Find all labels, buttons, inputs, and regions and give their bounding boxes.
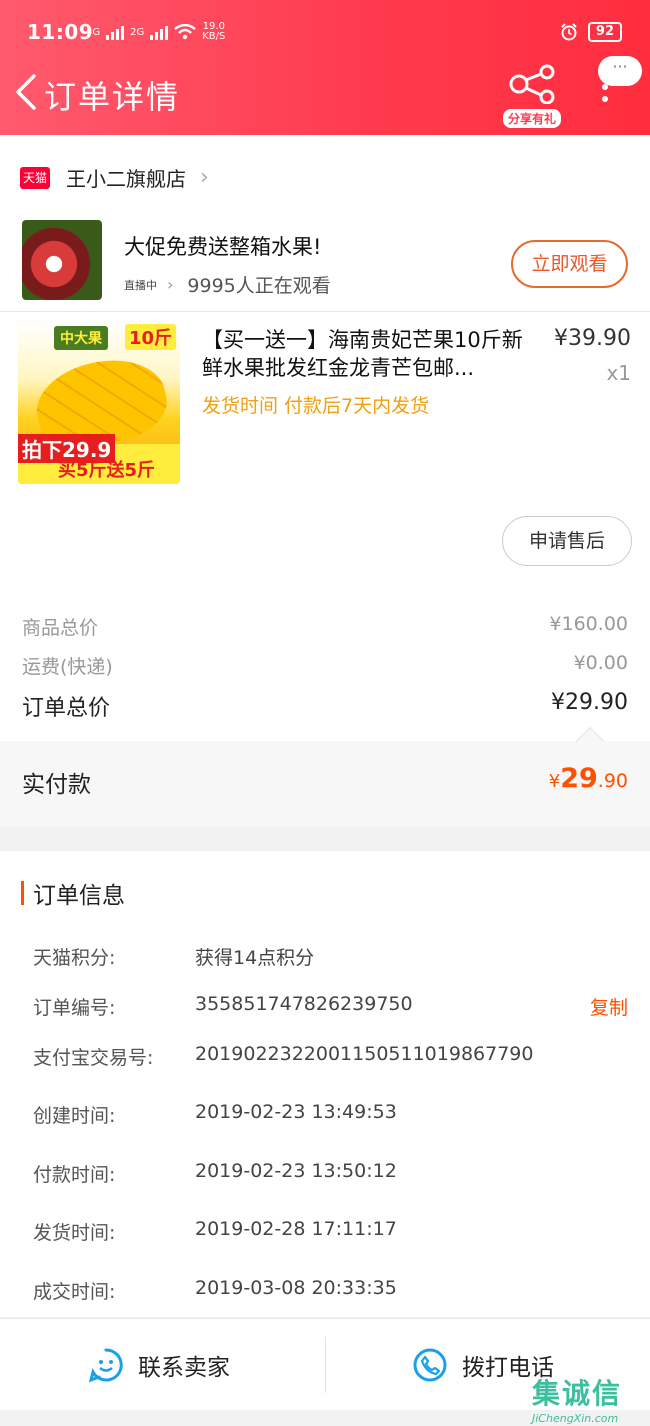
order-total-value: ¥29.90: [551, 690, 628, 715]
paid-integer: 29: [560, 763, 598, 794]
contact-seller-button[interactable]: 联系卖家: [88, 1319, 230, 1411]
product-title[interactable]: 【买一送一】海南贵妃芒果10斤新鲜水果批发红金龙青芒包邮...: [202, 326, 524, 382]
paid-currency: ¥: [548, 771, 561, 792]
info-row-created: 创建时间: 2019-02-23 13:49:53: [33, 1101, 628, 1128]
bottom-bar-divider: [325, 1337, 326, 1393]
order-total-label: 订单总价: [22, 696, 111, 721]
status-right: 92: [560, 22, 622, 42]
info-value: 2019-02-23 13:50:12: [195, 1160, 397, 1182]
info-label: 成交时间:: [33, 1281, 116, 1303]
info-label: 创建时间:: [33, 1105, 116, 1127]
watermark-sub: JiChengXin.com: [532, 1412, 619, 1425]
order-card: 天猫 王小二旗舰店 › 大促免费送整箱水果! 直播中 › 9995人正在观看 立…: [0, 135, 650, 827]
paid-amount: ¥29.90: [549, 763, 628, 794]
battery-indicator: 92: [587, 22, 622, 42]
info-value: 2019-02-23 13:49:53: [195, 1101, 397, 1123]
info-value: 2019022322001150511019867790: [195, 1043, 534, 1065]
info-row-completed: 成交时间: 2019-03-08 20:33:35: [33, 1277, 628, 1304]
divider: [0, 311, 650, 312]
info-label: 天猫积分:: [33, 947, 116, 969]
goods-total-value: ¥160.00: [549, 613, 628, 635]
shipping-row: 运费(快递) ¥0.00: [22, 652, 628, 679]
paid-box: 实付款 ¥29.90: [0, 726, 650, 827]
paid-decimal: .90: [597, 770, 628, 792]
info-value[interactable]: 355851747826239750: [195, 993, 590, 1020]
network-2g-label: 2G: [130, 26, 145, 38]
chevron-right-icon: ›: [167, 275, 174, 294]
tmall-badge: 天猫: [20, 166, 50, 189]
status-icons: 4G 2G 19.0 KB/S: [86, 22, 225, 42]
more-menu-icon[interactable]: [602, 84, 610, 108]
phone-icon: [413, 1348, 447, 1382]
info-label: 支付宝交易号:: [33, 1047, 154, 1069]
order-total-row: 订单总价 ¥29.90: [22, 690, 628, 722]
info-row-alipay: 支付宝交易号: 2019022322001150511019867790: [33, 1043, 628, 1070]
alarm-icon: [561, 23, 577, 41]
after-sale-button[interactable]: 申请售后: [502, 516, 632, 566]
info-label: 订单编号:: [33, 997, 116, 1019]
signal-icon-2: [150, 24, 169, 40]
live-thumbnail[interactable]: [22, 220, 102, 300]
watch-live-button[interactable]: 立即观看: [511, 240, 628, 288]
signal-icon: [106, 24, 125, 40]
net-speed-unit: KB/S: [202, 31, 226, 42]
paid-notch: [575, 726, 605, 756]
net-speed: 19.0 KB/S: [202, 22, 225, 42]
share-button[interactable]: 分享有礼: [500, 64, 564, 128]
live-sub: 直播中 › 9995人正在观看: [124, 271, 331, 298]
chevron-right-icon: ›: [200, 165, 209, 190]
goods-total-label: 商品总价: [22, 617, 99, 639]
info-row-points: 天猫积分: 获得14点积分: [33, 943, 628, 970]
product-image[interactable]: 中大果 10斤 拍下29.9 买5斤送5斤: [18, 322, 180, 484]
back-arrow-icon[interactable]: [12, 72, 40, 112]
watermark-text: 集诚信: [532, 1377, 623, 1410]
store-link[interactable]: 天猫 王小二旗舰店 ›: [20, 163, 209, 192]
paid-label: 实付款: [22, 772, 91, 798]
ship-time: 发货时间 付款后7天内发货: [202, 395, 430, 417]
copy-button[interactable]: 复制: [590, 993, 628, 1020]
heading-accent-bar: [21, 881, 24, 905]
info-row-order-number: 订单编号: 355851747826239750 复制: [33, 993, 628, 1020]
product-image-badge: 中大果: [54, 326, 108, 350]
wifi-icon: [174, 24, 196, 40]
product-price: ¥39.90: [554, 326, 631, 351]
info-label: 付款时间:: [33, 1164, 116, 1186]
product-quantity: x1: [606, 361, 631, 385]
product-image-promo: 买5斤送5斤: [58, 460, 156, 481]
live-title: 大促免费送整箱水果!: [124, 235, 322, 259]
info-label: 发货时间:: [33, 1222, 116, 1244]
live-tag: 直播中: [124, 278, 157, 292]
share-icon: [509, 64, 555, 105]
info-row-paid: 付款时间: 2019-02-23 13:50:12: [33, 1160, 628, 1187]
contact-seller-label: 联系卖家: [138, 1355, 230, 1381]
share-label: 分享有礼: [502, 109, 561, 128]
chat-bubble-icon[interactable]: ···: [598, 56, 642, 86]
order-info-section: 订单信息 天猫积分: 获得14点积分 订单编号: 355851747826239…: [0, 851, 650, 1317]
order-info-title: 订单信息: [33, 883, 125, 909]
order-info-heading: 订单信息: [21, 876, 125, 910]
store-name: 王小二旗舰店: [66, 167, 186, 191]
shipping-value: ¥0.00: [573, 652, 628, 674]
watermark: 集诚信 JiChengXin.com: [532, 1372, 650, 1426]
chat-smile-icon: [88, 1348, 123, 1383]
goods-total-row: 商品总价 ¥160.00: [22, 613, 628, 640]
shipping-label: 运费(快递): [22, 656, 113, 678]
live-viewer-count: 9995人正在观看: [187, 275, 331, 297]
header: 11:09 4G 2G 19.0 KB/S 92 订单详情 分享有礼 ···: [0, 0, 650, 135]
page-title: 订单详情: [44, 78, 181, 116]
network-4g-label: 4G: [86, 26, 101, 38]
info-value: 2019-02-28 17:11:17: [195, 1218, 397, 1240]
product-image-weight: 10斤: [124, 324, 176, 350]
info-value: 获得14点积分: [195, 947, 315, 969]
status-time: 11:09: [27, 20, 94, 44]
info-row-shipped: 发货时间: 2019-02-28 17:11:17: [33, 1218, 628, 1245]
info-value: 2019-03-08 20:33:35: [195, 1277, 397, 1299]
